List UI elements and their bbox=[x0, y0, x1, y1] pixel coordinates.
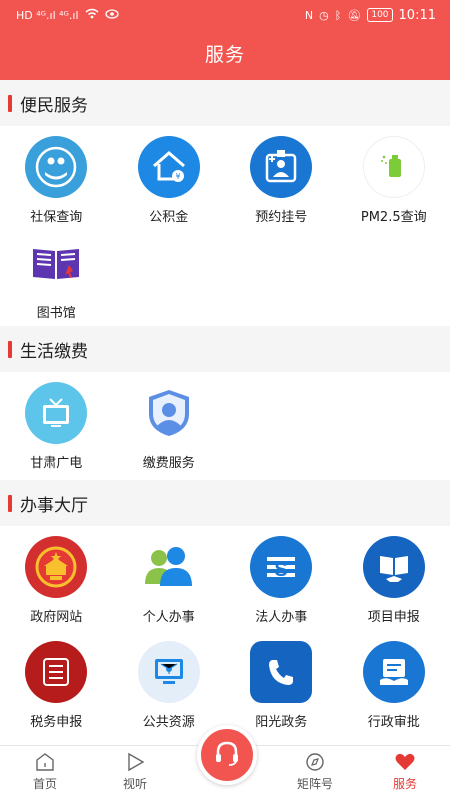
national-emblem-icon bbox=[25, 536, 88, 598]
service-label: 项目申报 bbox=[367, 610, 420, 625]
housing-fund-icon: ¥ bbox=[137, 136, 200, 198]
section-header: 生活缴费 bbox=[0, 326, 450, 372]
project-book-icon bbox=[362, 536, 425, 598]
service-label: 甘肃广电 bbox=[30, 456, 83, 471]
tab-service[interactable]: 服务 bbox=[360, 746, 450, 800]
service-pm25[interactable]: PM2.5查询 bbox=[338, 136, 450, 232]
service-legal-affairs[interactable]: S 法人办事 bbox=[225, 536, 338, 632]
headset-icon bbox=[212, 738, 242, 772]
clock: 10:11 bbox=[398, 7, 436, 23]
battery-indicator: 100 bbox=[367, 8, 393, 22]
play-icon bbox=[124, 751, 146, 773]
section-title: 便民服务 bbox=[20, 95, 88, 116]
service-tax-declaration[interactable]: 税务申报 bbox=[0, 640, 113, 737]
service-appointment[interactable]: 预约挂号 bbox=[225, 136, 338, 232]
center-headset-button[interactable] bbox=[197, 725, 257, 785]
section-accent-bar bbox=[8, 494, 12, 512]
service-label: 图书馆 bbox=[36, 306, 76, 321]
svg-text:¥: ¥ bbox=[175, 172, 180, 181]
alarm-icon: ◷ bbox=[319, 8, 329, 22]
section-title: 办事大厅 bbox=[20, 495, 88, 516]
service-label: 公积金 bbox=[149, 210, 189, 225]
monitor-network-icon bbox=[137, 640, 200, 703]
page-title: 服务 bbox=[204, 44, 245, 66]
service-admin-approval[interactable]: 行政审批 bbox=[338, 640, 450, 737]
compass-icon bbox=[304, 751, 326, 773]
air-quality-icon bbox=[362, 136, 425, 198]
tab-label: 首页 bbox=[32, 777, 57, 791]
nfc-icon: N bbox=[304, 8, 314, 22]
section-title: 生活缴费 bbox=[20, 341, 88, 362]
service-library[interactable]: 图书馆 bbox=[0, 232, 113, 328]
service-label: 缴费服务 bbox=[142, 456, 195, 471]
service-label: 行政审批 bbox=[367, 714, 420, 730]
service-sunshine-gov[interactable]: 阳光政务 bbox=[225, 640, 338, 737]
people-icon bbox=[138, 536, 200, 598]
service-label: 预约挂号 bbox=[255, 210, 308, 225]
tab-label: 服务 bbox=[392, 777, 417, 791]
section-convenience: 便民服务 社保查询 ¥ 公积金 预约挂号 PM2.5查询 图书馆 bbox=[0, 80, 450, 326]
service-label: 税务申报 bbox=[30, 714, 83, 730]
service-payment[interactable]: 缴费服务 bbox=[113, 382, 226, 478]
tab-label: 矩阵号 bbox=[296, 777, 333, 791]
section-header: 办事大厅 bbox=[0, 480, 450, 526]
library-book-icon bbox=[25, 232, 87, 294]
service-label: 个人办事 bbox=[142, 610, 195, 625]
service-label: 公共资源 bbox=[142, 714, 195, 730]
tab-matrix[interactable]: 矩阵号 bbox=[270, 746, 360, 800]
service-label: 法人办事 bbox=[255, 610, 308, 625]
service-social-security[interactable]: 社保查询 bbox=[0, 136, 113, 232]
status-bar: HD ⁴ᴳ.ıl ⁴ᴳ.ıl N ◷ ᛒ 🔕︎ 100 10:11 bbox=[0, 0, 450, 30]
service-public-resources[interactable]: 公共资源 bbox=[113, 640, 226, 737]
section-service-hall: 办事大厅 政府网站 个人办事 S 法人办事 项目申报 税务申报 公共资源 阳光政… bbox=[0, 480, 450, 745]
svg-text:S: S bbox=[275, 559, 288, 581]
service-label: 阳光政务 bbox=[255, 714, 308, 730]
service-personal-affairs[interactable]: 个人办事 bbox=[113, 536, 226, 632]
section-accent-bar bbox=[8, 340, 12, 358]
home-icon bbox=[34, 751, 56, 773]
mute-icon: 🔕︎ bbox=[347, 8, 362, 22]
bluetooth-icon: ᛒ bbox=[334, 8, 342, 22]
approval-icon bbox=[362, 640, 425, 703]
service-gov-website[interactable]: 政府网站 bbox=[0, 536, 113, 632]
doctor-appointment-icon bbox=[250, 136, 313, 198]
top-bar: HD ⁴ᴳ.ıl ⁴ᴳ.ıl N ◷ ᛒ 🔕︎ 100 10:11 服务 bbox=[0, 0, 450, 80]
signal-icon: HD ⁴ᴳ.ıl ⁴ᴳ.ıl bbox=[16, 8, 79, 22]
eye-icon bbox=[104, 8, 119, 22]
tab-video[interactable]: 视听 bbox=[90, 746, 180, 800]
user-shield-icon bbox=[138, 382, 200, 444]
service-label: 政府网站 bbox=[30, 610, 83, 625]
section-life-payment: 生活缴费 甘肃广电 缴费服务 bbox=[0, 326, 450, 480]
section-accent-bar bbox=[8, 94, 12, 112]
tab-home[interactable]: 首页 bbox=[0, 746, 90, 800]
section-header: 便民服务 bbox=[0, 80, 450, 126]
legal-s-icon: S bbox=[250, 536, 313, 598]
tax-seal-icon bbox=[25, 640, 88, 703]
heart-service-icon bbox=[394, 751, 416, 773]
social-security-icon bbox=[25, 136, 88, 198]
tab-label: 视听 bbox=[122, 777, 147, 791]
tv-icon bbox=[25, 382, 88, 444]
service-label: PM2.5查询 bbox=[360, 210, 427, 225]
service-label: 社保查询 bbox=[30, 210, 83, 225]
service-housing-fund[interactable]: ¥ 公积金 bbox=[113, 136, 226, 232]
service-gansu-tv[interactable]: 甘肃广电 bbox=[0, 382, 113, 478]
service-project-declaration[interactable]: 项目申报 bbox=[338, 536, 450, 632]
phone-icon bbox=[250, 640, 313, 703]
wifi-icon bbox=[85, 8, 99, 22]
